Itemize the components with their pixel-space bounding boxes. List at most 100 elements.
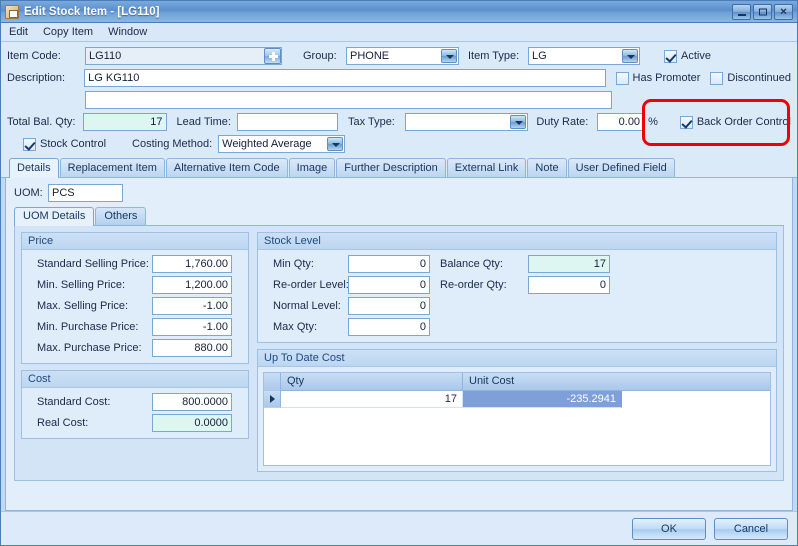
tab-image[interactable]: Image [288, 158, 336, 177]
tab-note[interactable]: Note [527, 158, 567, 177]
discontinued-label: Discontinued [727, 72, 791, 84]
min-purchase-price-label: Min. Purchase Price: [37, 321, 139, 333]
tab-others[interactable]: Others [95, 207, 147, 225]
has-promoter-checkbox[interactable]: Has Promoter [615, 71, 701, 85]
min-purchase-price-input[interactable]: -1.00 [152, 318, 232, 336]
grid-header-row: Qty Unit Cost [264, 372, 770, 391]
standard-cost-row: Standard Cost: 800.0000 [28, 393, 242, 411]
tab-user-defined-field[interactable]: User Defined Field [567, 158, 675, 177]
min-qty-label: Min Qty: [273, 258, 314, 270]
real-cost-input: 0.0000 [152, 414, 232, 432]
uom-label: UOM: [14, 187, 43, 199]
total-bal-qty-input: 17 [83, 113, 167, 131]
duty-rate-input[interactable]: 0.00 [596, 113, 645, 131]
details-panel: UOM: PCS UOM Details Others Price Standa… [5, 178, 793, 511]
costing-method-value: Weighted Average [222, 138, 312, 150]
uom-input[interactable]: PCS [48, 184, 123, 202]
group-select[interactable]: PHONE [346, 47, 459, 65]
cell-qty[interactable]: 17 [281, 391, 463, 408]
ok-button[interactable]: OK [632, 517, 706, 540]
item-code-row: Item Code: LG110 Group: PHONE Item Type:… [7, 47, 791, 65]
chevron-down-icon [441, 49, 457, 63]
balance-qty-label: Balance Qty: [440, 258, 503, 270]
price-group: Price Standard Selling Price: 1,760.00 M… [21, 232, 249, 364]
minimize-button[interactable] [732, 3, 751, 20]
balance-qty-row: Balance Qty: 17 [440, 255, 610, 273]
tab-alternative-item-code[interactable]: Alternative Item Code [165, 158, 288, 177]
item-type-label: Item Type: [468, 50, 520, 62]
grid-column-unit-cost[interactable]: Unit Cost [463, 373, 622, 391]
max-qty-row: Max Qty: 0 [264, 318, 430, 336]
min-purchase-price-row: Min. Purchase Price: -1.00 [28, 318, 242, 336]
tab-replacement-item[interactable]: Replacement Item [59, 158, 165, 177]
stock-control-checkbox[interactable]: Stock Control [23, 137, 106, 151]
menu-item-window[interactable]: Window [108, 25, 156, 39]
cancel-button[interactable]: Cancel [714, 517, 788, 540]
reorder-qty-label: Re-order Qty: [440, 279, 507, 291]
description-row: Description: LG KG110 Has Promoter Disco… [7, 69, 791, 87]
back-order-control-checkbox[interactable]: Back Order Control [679, 115, 791, 129]
maximize-button[interactable] [753, 3, 772, 20]
item-code-input[interactable]: LG110 [85, 47, 282, 65]
discontinued-checkbox[interactable]: Discontinued [710, 71, 791, 85]
active-label: Active [681, 50, 711, 62]
real-cost-label: Real Cost: [37, 417, 89, 429]
grid-column-qty[interactable]: Qty [281, 372, 463, 391]
max-purchase-price-input[interactable]: 880.00 [152, 339, 232, 357]
active-checkbox[interactable]: Active [664, 49, 711, 63]
costing-method-label: Costing Method: [132, 138, 213, 150]
price-group-title: Price [22, 233, 248, 250]
min-qty-input[interactable]: 0 [348, 255, 430, 273]
max-purchase-price-row: Max. Purchase Price: 880.00 [28, 339, 242, 357]
real-cost-row: Real Cost: 0.0000 [28, 414, 242, 432]
has-promoter-label: Has Promoter [632, 72, 701, 84]
reorder-level-input[interactable]: 0 [348, 276, 430, 294]
min-selling-price-input[interactable]: 1,200.00 [152, 276, 232, 294]
grid-indicator-header [264, 372, 281, 391]
normal-level-label: Normal Level: [273, 300, 341, 312]
tax-type-select[interactable] [404, 113, 529, 131]
checkbox-icon [679, 115, 693, 129]
tab-external-link[interactable]: External Link [446, 158, 527, 177]
description-input-line2[interactable] [85, 91, 612, 109]
window-title: Edit Stock Item - [LG110] [24, 5, 160, 18]
close-button[interactable]: ✕ [774, 3, 793, 20]
checkbox-icon [710, 71, 724, 85]
chevron-down-icon [327, 137, 344, 151]
standard-cost-label: Standard Cost: [37, 396, 111, 408]
reorder-level-label: Re-order Level: [273, 279, 349, 291]
normal-level-input[interactable]: 0 [348, 297, 430, 315]
price-group-body: Standard Selling Price: 1,760.00 Min. Se… [22, 250, 248, 363]
menu-bar: Edit Copy Item Window [1, 23, 797, 42]
min-selling-price-row: Min. Selling Price: 1,200.00 [28, 276, 242, 294]
uom-row: UOM: PCS [14, 184, 784, 202]
up-to-date-cost-grid[interactable]: Qty Unit Cost 17 -235.2941 [263, 372, 771, 466]
standard-selling-price-row: Standard Selling Price: 1,760.00 [28, 255, 242, 273]
lead-time-input[interactable] [237, 113, 338, 131]
item-code-picker-icon[interactable] [264, 48, 281, 64]
standard-cost-input[interactable]: 800.0000 [152, 393, 232, 411]
header-form: Item Code: LG110 Group: PHONE Item Type:… [1, 42, 797, 158]
menu-item-edit[interactable]: Edit [9, 25, 37, 39]
back-order-control-label: Back Order Control [696, 116, 791, 128]
item-type-select[interactable]: LG [528, 47, 640, 65]
tab-further-description[interactable]: Further Description [336, 158, 446, 177]
description-label: Description: [7, 72, 66, 84]
table-row[interactable]: 17 -235.2941 [264, 391, 770, 408]
max-selling-price-input[interactable]: -1.00 [152, 297, 232, 315]
costing-method-select[interactable]: Weighted Average [218, 135, 346, 153]
cell-unit-cost[interactable]: -235.2941 [463, 391, 622, 408]
stock-control-row: Stock Control Costing Method: Weighted A… [7, 135, 791, 153]
description-input-line1[interactable]: LG KG110 [84, 69, 606, 87]
max-selling-price-label: Max. Selling Price: [37, 300, 129, 312]
reorder-qty-input[interactable]: 0 [528, 276, 610, 294]
max-qty-input[interactable]: 0 [348, 318, 430, 336]
uom-tab-strip: UOM Details Others [14, 207, 784, 226]
menu-item-copy-item[interactable]: Copy Item [43, 25, 102, 39]
up-to-date-cost-group-body: Qty Unit Cost 17 -235.2941 [258, 367, 776, 471]
qty-row: Total Bal. Qty: 17 Lead Time: Tax Type: … [7, 113, 791, 131]
standard-selling-price-input[interactable]: 1,760.00 [152, 255, 232, 273]
checkbox-icon [23, 137, 36, 151]
tab-uom-details[interactable]: UOM Details [14, 207, 95, 226]
tab-details[interactable]: Details [9, 158, 59, 178]
